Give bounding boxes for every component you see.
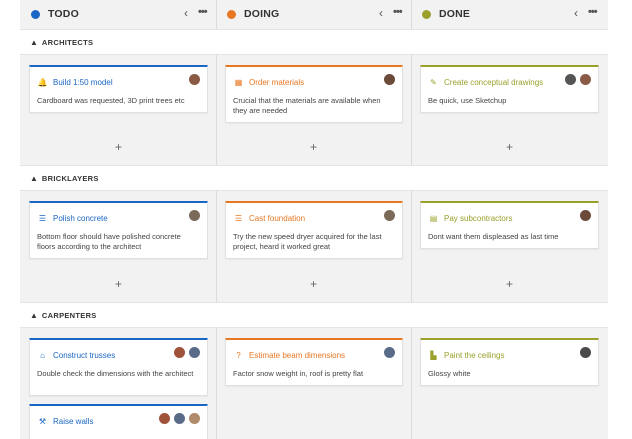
todo-status-dot: [31, 9, 40, 19]
task-card[interactable]: ⌂ Construct trusses Double check the dim…: [29, 338, 208, 396]
chevron-left-icon[interactable]: ‹: [184, 6, 188, 20]
avatar[interactable]: [383, 209, 396, 222]
task-card[interactable]: ▦ Order materials Crucial that the mater…: [225, 65, 403, 123]
avatar[interactable]: [188, 209, 201, 222]
calendar-icon: ▦: [234, 77, 243, 87]
column-header-doing: DOING ‹ •••: [216, 0, 411, 28]
card-title: Cast foundation: [249, 213, 306, 223]
assignees: [383, 73, 396, 86]
assignees: [579, 346, 592, 359]
card-description: Dont want them displeased as last time: [428, 232, 559, 241]
column-title: TODO: [48, 8, 79, 20]
card-description: Double check the dimensions with the arc…: [37, 369, 194, 378]
swimlane-header-architects[interactable]: ▲ ARCHITECTS: [20, 29, 608, 55]
list-icon: ☰: [234, 213, 243, 223]
assignees: [173, 346, 201, 359]
add-card-button[interactable]: +: [115, 140, 122, 154]
task-card[interactable]: ? Estimate beam dimensions Factor snow w…: [225, 338, 403, 386]
card-description: Crucial that the materials are available…: [233, 96, 381, 115]
swimlane-header-carpenters[interactable]: ▲ CARPENTERS: [20, 302, 608, 328]
column-header-done: DONE ‹ •••: [411, 0, 608, 28]
card-description: Be quick, use Sketchup: [428, 96, 507, 105]
more-options-icon[interactable]: •••: [393, 6, 403, 18]
chevron-left-icon[interactable]: ‹: [379, 6, 383, 20]
add-card-button[interactable]: +: [310, 277, 317, 291]
assignees: [188, 209, 201, 222]
avatar[interactable]: [188, 412, 201, 425]
avatar[interactable]: [579, 73, 592, 86]
card-title: Order materials: [249, 77, 305, 87]
avatar[interactable]: [579, 209, 592, 222]
more-options-icon[interactable]: •••: [198, 6, 208, 18]
swimlane-header-bricklayers[interactable]: ▲ BRICKLAYERS: [20, 165, 608, 191]
bell-icon: 🔔: [37, 77, 48, 87]
avatar[interactable]: [383, 346, 396, 359]
task-card[interactable]: ✎ Create conceptual drawings Be quick, u…: [420, 65, 599, 113]
assignees: [579, 209, 592, 222]
avatar[interactable]: [158, 412, 171, 425]
card-title: Build 1:50 model: [53, 77, 113, 87]
swimlane-name: ARCHITECTS: [41, 37, 94, 47]
avatar[interactable]: [173, 346, 186, 359]
hammer-icon: ⚒: [38, 416, 47, 426]
chevron-left-icon[interactable]: ‹: [574, 6, 578, 20]
pencil-icon: ✎: [430, 77, 437, 87]
caret-up-icon[interactable]: ▲: [30, 311, 38, 320]
card-title: Create conceptual drawings: [444, 77, 544, 87]
column-title: DONE: [439, 8, 471, 20]
card-description: Cardboard was requested, 3D print trees …: [37, 96, 185, 105]
list-icon: ☰: [38, 213, 47, 223]
add-card-button[interactable]: +: [310, 140, 317, 154]
swimlane-name: CARPENTERS: [41, 310, 97, 320]
swimlane-name: BRICKLAYERS: [41, 173, 99, 183]
more-options-icon[interactable]: •••: [588, 6, 598, 18]
card-description: Bottom floor should have polished concre…: [37, 232, 181, 251]
card-title: Pay subcontractors: [444, 213, 513, 223]
card-title: Paint the ceilings: [444, 350, 505, 360]
avatar[interactable]: [564, 73, 577, 86]
assignees: [383, 346, 396, 359]
avatar[interactable]: [188, 346, 201, 359]
column-title: DOING: [244, 8, 280, 20]
card-description: Factor snow weight in, roof is pretty fl…: [233, 369, 364, 378]
assignees: [188, 73, 201, 86]
add-card-button[interactable]: +: [506, 277, 513, 291]
caret-up-icon[interactable]: ▲: [30, 174, 38, 183]
avatar[interactable]: [173, 412, 186, 425]
money-icon: ▤: [429, 213, 438, 223]
task-card[interactable]: ▤ Pay subcontractors Dont want them disp…: [420, 201, 599, 249]
avatar[interactable]: [383, 73, 396, 86]
question-icon: ?: [236, 350, 241, 360]
card-title: Polish concrete: [53, 213, 108, 223]
assignees: [158, 412, 201, 425]
card-title: Estimate beam dimensions: [249, 350, 346, 360]
done-status-dot: [422, 9, 431, 19]
add-card-button[interactable]: +: [506, 140, 513, 154]
card-description: Try the new speed dryer acquired for the…: [233, 232, 382, 251]
avatar[interactable]: [188, 73, 201, 86]
paint-roller-icon: ▙: [430, 350, 437, 360]
column-divider: [216, 0, 217, 439]
add-card-button[interactable]: +: [115, 277, 122, 291]
task-card[interactable]: ☰ Cast foundation Try the new speed drye…: [225, 201, 403, 259]
card-description: Glossy white: [428, 369, 471, 378]
column-header-todo: TODO ‹ •••: [20, 0, 216, 28]
task-card[interactable]: ⚒ Raise walls: [29, 404, 208, 439]
assignees: [383, 209, 396, 222]
home-icon: ⌂: [40, 350, 45, 360]
task-card[interactable]: 🔔 Build 1:50 model Cardboard was request…: [29, 65, 208, 113]
kanban-board: TODO ‹ ••• DOING ‹ ••• DONE ‹ ••• ▲ ARCH…: [20, 0, 608, 439]
avatar[interactable]: [579, 346, 592, 359]
task-card[interactable]: ▙ Paint the ceilings Glossy white: [420, 338, 599, 386]
doing-status-dot: [227, 9, 236, 19]
assignees: [564, 73, 592, 86]
caret-up-icon[interactable]: ▲: [30, 38, 38, 47]
column-divider: [411, 0, 412, 439]
task-card[interactable]: ☰ Polish concrete Bottom floor should ha…: [29, 201, 208, 259]
card-title: Raise walls: [53, 416, 94, 426]
card-title: Construct trusses: [53, 350, 116, 360]
